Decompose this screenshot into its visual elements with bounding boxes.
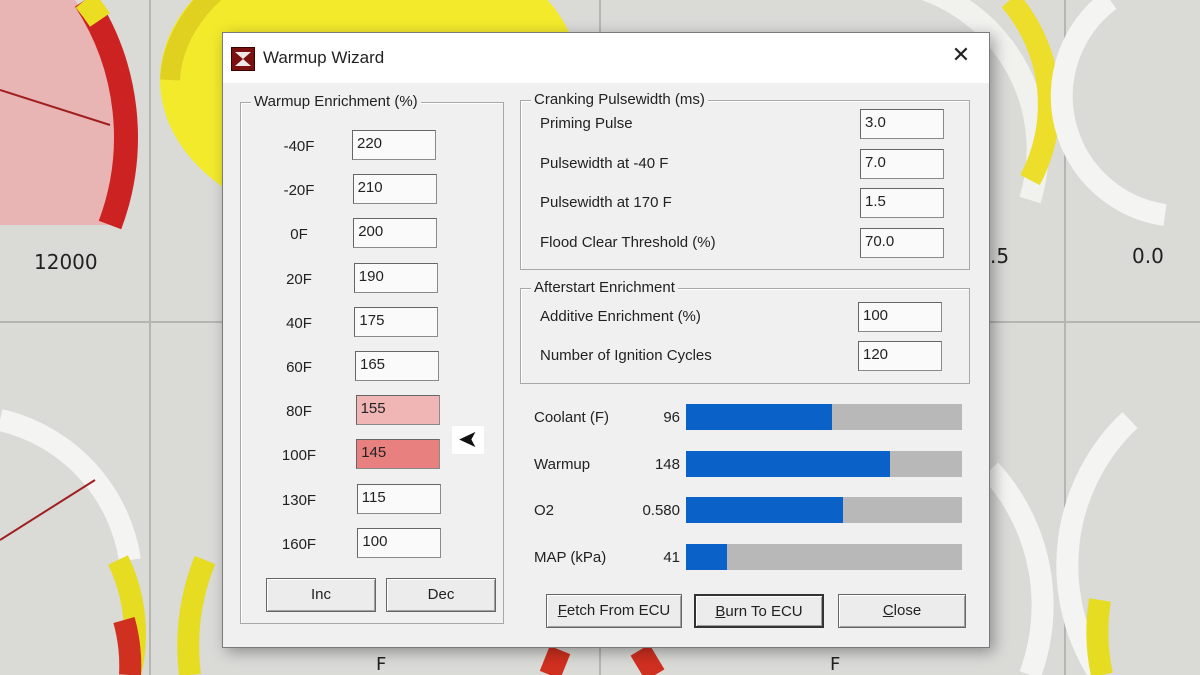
dialog-titlebar[interactable]: Warmup Wizard ✕ <box>223 33 989 83</box>
warmup-value-input[interactable]: 155 <box>355 395 440 426</box>
gauge-bar-track <box>686 450 962 477</box>
cranking-field-label: Pulsewidth at -40 F <box>540 154 669 172</box>
warmup-value-input[interactable]: 200 <box>353 218 438 249</box>
close-icon[interactable]: ✕ <box>947 41 975 69</box>
warmup-temp-label: 100F <box>281 447 317 465</box>
dec-button[interactable]: Dec <box>386 578 496 612</box>
burn-to-ecu-button[interactable]: Burn To ECU <box>694 594 824 628</box>
gauge-label: MAP (kPa) <box>534 548 607 566</box>
warmup-value-input[interactable]: 210 <box>352 174 437 205</box>
tachometer-gauge <box>0 0 138 230</box>
cranking-field-label: Flood Clear Threshold (%) <box>540 233 716 251</box>
background-unit-a: F <box>376 654 387 675</box>
warmup-value-input[interactable]: 220 <box>352 130 436 160</box>
current-row-arrow-icon: ➤ <box>452 426 484 454</box>
cranking-field-label: Pulsewidth at 170 F <box>540 194 672 211</box>
background-readout-mid: .5 <box>990 244 1010 268</box>
gauge-label: Coolant (F) <box>534 409 610 426</box>
warmup-temp-label: 0F <box>290 226 308 244</box>
afterstart-field-label: Additive Enrichment (%) <box>540 308 701 325</box>
close-button[interactable]: Close <box>838 594 966 628</box>
gauge-value: 96 <box>663 409 680 426</box>
cranking-field-input[interactable]: 3.0 <box>860 109 944 139</box>
afterstart-field-input[interactable]: 100 <box>858 302 942 332</box>
close-button-label: lose <box>893 602 922 619</box>
gauge-bar-fill <box>686 450 891 477</box>
warmup-value-input[interactable]: 175 <box>354 306 439 337</box>
warmup-temp-label: 60F <box>286 359 312 376</box>
background-readout-right: 0.0 <box>1132 244 1164 268</box>
gauge-bar-track <box>686 404 962 430</box>
inc-button[interactable]: Inc <box>266 578 376 612</box>
background-readout-left: 12000 <box>34 250 98 274</box>
warmup-value-input[interactable]: 190 <box>353 262 438 293</box>
afterstart-field-input[interactable]: 120 <box>858 341 942 371</box>
app-icon <box>231 47 255 71</box>
background-unit-b: F <box>830 654 841 675</box>
gauge-bar-track <box>686 543 962 570</box>
cranking-field-input[interactable]: 7.0 <box>860 148 944 179</box>
gauge-bar-fill <box>686 404 833 430</box>
gauge-bar-fill <box>686 543 728 570</box>
warmup-temp-label: 80F <box>286 403 312 421</box>
warmup-temp-label: 40F <box>286 314 312 332</box>
dialog-title: Warmup Wizard <box>263 48 385 67</box>
afterstart-field-label: Number of Ignition Cycles <box>540 347 712 364</box>
warmup-value-input[interactable]: 165 <box>355 351 439 381</box>
warmup-temp-label: 130F <box>281 491 317 509</box>
gauge-bar-fill <box>686 497 844 523</box>
fetch-from-ecu-label: etch From ECU <box>566 602 671 619</box>
burn-to-ecu-label: urn To ECU <box>725 603 803 620</box>
warmup-value-input[interactable]: 145 <box>356 439 441 470</box>
warmup-value-input[interactable]: 100 <box>357 527 442 558</box>
gauge-value: 41 <box>663 548 680 566</box>
warmup-temp-label: -40F <box>283 138 315 155</box>
gauge-bar-track <box>686 497 962 523</box>
fetch-from-ecu-button[interactable]: Fetch From ECU <box>546 594 682 628</box>
cranking-field-input[interactable]: 70.0 <box>860 227 944 258</box>
gauge-value: 148 <box>654 455 680 473</box>
cranking-field-label: Priming Pulse <box>540 115 633 132</box>
gauge-label: Warmup <box>534 455 591 473</box>
warmup-temp-label: 20F <box>286 270 312 288</box>
warmup-enrichment-legend: Warmup Enrichment (%) <box>251 93 421 110</box>
warmup-temp-label: 160F <box>281 535 317 553</box>
cranking-pulsewidth-legend: Cranking Pulsewidth (ms) <box>531 91 708 108</box>
gauge-label: O2 <box>534 502 555 519</box>
afterstart-enrichment-legend: Afterstart Enrichment <box>531 279 678 296</box>
warmup-temp-label: -20F <box>283 182 315 200</box>
cranking-field-input[interactable]: 1.5 <box>860 188 944 218</box>
gauge-value: 0.580 <box>642 502 680 519</box>
warmup-value-input[interactable]: 115 <box>356 483 441 514</box>
